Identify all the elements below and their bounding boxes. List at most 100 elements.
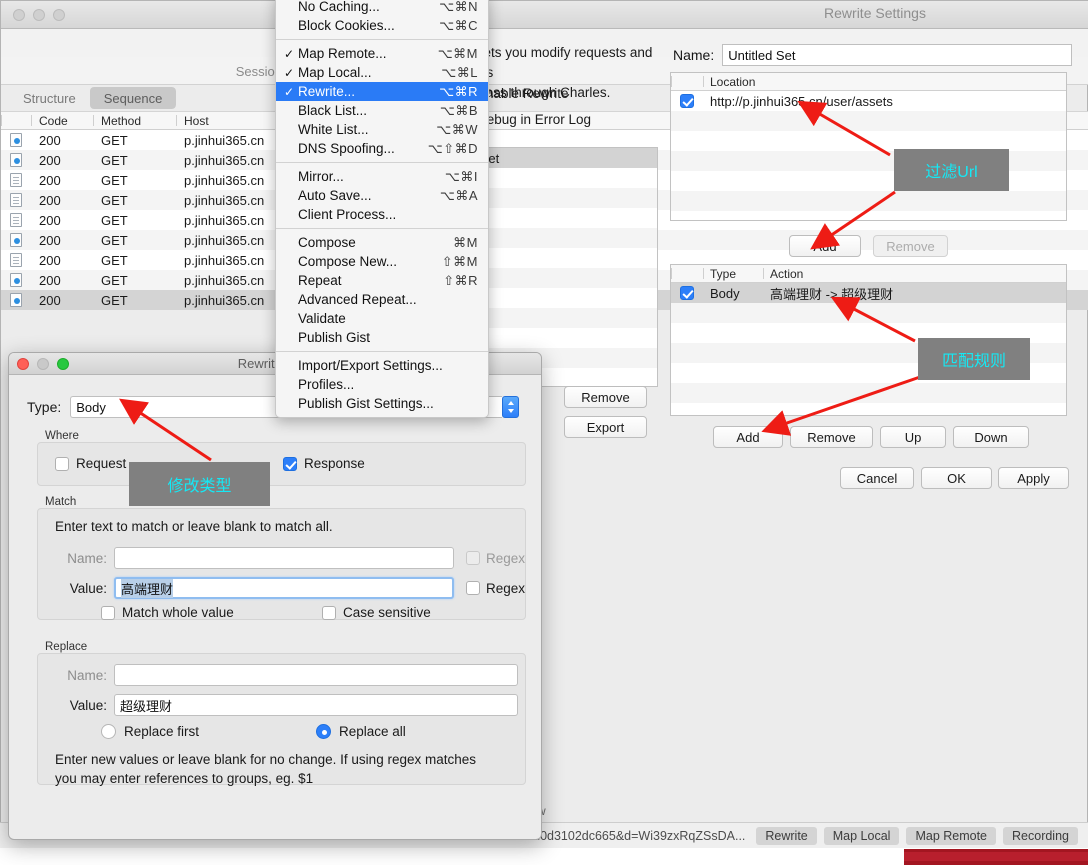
- menu-item-client-process[interactable]: Client Process...: [276, 205, 488, 224]
- menu-separator: [276, 351, 488, 352]
- menu-item-shortcut: ⌥⌘I: [444, 168, 478, 184]
- set-name-input[interactable]: Untitled Set: [722, 44, 1073, 66]
- sets-export-button[interactable]: Export: [564, 416, 647, 438]
- location-row-empty: [671, 111, 1066, 131]
- menu-item-dns-spoofing[interactable]: DNS Spoofing... ⌥⇧⌘D: [276, 139, 488, 158]
- menu-item-label: Mirror...: [298, 169, 344, 184]
- row-type-icon-cell: [1, 293, 31, 307]
- cell-method: GET: [101, 232, 128, 248]
- sets-remove-button[interactable]: Remove: [564, 386, 647, 408]
- menu-item-map-remote[interactable]: ✓ Map Remote... ⌥⌘M: [276, 44, 488, 63]
- rule-remove-button[interactable]: Remove: [790, 426, 873, 448]
- menu-item-auto-save[interactable]: Auto Save... ⌥⌘A: [276, 186, 488, 205]
- status-pill-recording[interactable]: Recording: [1003, 826, 1078, 845]
- close-icon[interactable]: [13, 9, 25, 21]
- session-view-tabs[interactable]: Structure Sequence: [9, 87, 177, 109]
- rule-add-button[interactable]: Add: [713, 426, 783, 448]
- menu-item-rewrite[interactable]: ✓ Rewrite... ⌥⌘R: [276, 82, 488, 101]
- rule-up-button[interactable]: Up: [880, 426, 946, 448]
- cell-method: GET: [101, 192, 128, 208]
- match-whole-value-checkbox[interactable]: Match whole value: [101, 605, 234, 620]
- menu-item-no-caching[interactable]: No Caching... ⌥⌘N: [276, 0, 488, 16]
- checkbox-icon[interactable]: [283, 456, 297, 471]
- set-name-row: Name: Untitled Set: [673, 44, 1073, 66]
- checkbox-icon[interactable]: [466, 581, 480, 595]
- menu-separator: [276, 228, 488, 229]
- dialog-traffic-lights[interactable]: [17, 358, 69, 370]
- status-pill-map-local[interactable]: Map Local: [823, 826, 900, 845]
- status-pill-map-remote[interactable]: Map Remote: [906, 826, 997, 845]
- cell-code: 200: [39, 292, 61, 308]
- app-root: Session Structure Sequence Code Method H…: [0, 0, 1088, 865]
- match-value-input[interactable]: 高端理财: [114, 577, 454, 599]
- settings-ok-button[interactable]: OK: [921, 467, 992, 489]
- radio-icon[interactable]: [101, 724, 116, 739]
- match-value-regex-checkbox[interactable]: Regex: [466, 581, 525, 596]
- menu-item-advanced-repeat[interactable]: Advanced Repeat...: [276, 290, 488, 309]
- checkbox-icon[interactable]: [322, 605, 336, 620]
- menu-item-validate[interactable]: Validate: [276, 309, 488, 328]
- menu-item-label: Map Remote...: [298, 46, 387, 61]
- menu-item-map-local[interactable]: ✓ Map Local... ⌥⌘L: [276, 63, 488, 82]
- menu-item-label: Import/Export Settings...: [298, 358, 443, 373]
- checkbox-icon[interactable]: [680, 286, 694, 300]
- menu-item-import-export-settings[interactable]: Import/Export Settings...: [276, 356, 488, 375]
- request-checkbox[interactable]: Request: [55, 456, 126, 471]
- minimize-icon[interactable]: [37, 358, 49, 370]
- match-name-input[interactable]: [114, 547, 454, 569]
- replace-name-input[interactable]: [114, 664, 518, 686]
- rule-down-button[interactable]: Down: [953, 426, 1029, 448]
- menu-item-shortcut: ⌥⌘R: [439, 83, 478, 99]
- menu-item-black-list[interactable]: Black List... ⌥⌘B: [276, 101, 488, 120]
- cell-code: 200: [39, 192, 61, 208]
- menu-item-mirror[interactable]: Mirror... ⌥⌘I: [276, 167, 488, 186]
- menu-item-label: Repeat: [298, 273, 342, 288]
- maximize-icon[interactable]: [57, 358, 69, 370]
- checkbox-icon[interactable]: [55, 456, 69, 471]
- tab-sequence[interactable]: Sequence: [89, 87, 177, 109]
- menu-item-repeat[interactable]: Repeat ⇧⌘R: [276, 271, 488, 290]
- maximize-icon[interactable]: [53, 9, 65, 21]
- case-sensitive-checkbox[interactable]: Case sensitive: [322, 605, 431, 620]
- response-checkbox[interactable]: Response: [283, 456, 365, 471]
- location-listbox[interactable]: Location http://p.jinhui365.cn/user/asse…: [670, 72, 1067, 221]
- replace-first-radio[interactable]: Replace first: [101, 724, 199, 739]
- radio-icon[interactable]: [316, 724, 331, 739]
- checkbox-icon[interactable]: [101, 605, 115, 620]
- location-row[interactable]: http://p.jinhui365.cn/user/assets: [671, 91, 1066, 111]
- location-row-empty: [671, 211, 1066, 231]
- column-header-action: Action: [763, 265, 1066, 282]
- replace-all-radio[interactable]: Replace all: [316, 724, 406, 739]
- cell-method: GET: [101, 292, 128, 308]
- menu-item-compose[interactable]: Compose ⌘M: [276, 233, 488, 252]
- menu-item-publish-gist-settings[interactable]: Publish Gist Settings...: [276, 394, 488, 413]
- close-icon[interactable]: [17, 358, 29, 370]
- rule-row[interactable]: Body 高端理财 -> 超级理财: [671, 283, 1066, 303]
- main-window-traffic-lights[interactable]: [13, 9, 65, 21]
- cell-method: GET: [101, 212, 128, 228]
- menu-item-publish-gist[interactable]: Publish Gist: [276, 328, 488, 347]
- settings-cancel-button[interactable]: Cancel: [840, 467, 914, 489]
- minimize-icon[interactable]: [33, 9, 45, 21]
- replace-value-input[interactable]: 超级理财: [114, 694, 518, 716]
- menu-item-block-cookies[interactable]: Block Cookies... ⌥⌘C: [276, 16, 488, 35]
- tab-structure[interactable]: Structure: [9, 87, 90, 109]
- row-type-icon-cell: [1, 273, 31, 287]
- chevron-updown-icon[interactable]: [502, 396, 520, 418]
- menu-item-compose-new[interactable]: Compose New... ⇧⌘M: [276, 252, 488, 271]
- menu-item-label: DNS Spoofing...: [298, 141, 395, 156]
- checkbox-icon[interactable]: [680, 94, 694, 108]
- menu-item-shortcut: ⌥⌘C: [439, 17, 478, 33]
- cell-code: 200: [39, 232, 61, 248]
- settings-apply-button[interactable]: Apply: [998, 467, 1069, 489]
- replace-group: Name: Value: 超级理财 Replace first Replace …: [37, 653, 526, 786]
- row-type-icon-cell: [1, 253, 31, 267]
- tools-dropdown-menu[interactable]: No Caching... ⌥⌘N Block Cookies... ⌥⌘C ✓ Map …: [275, 0, 489, 418]
- location-add-button[interactable]: Add: [789, 235, 861, 257]
- menu-item-profiles[interactable]: Profiles...: [276, 375, 488, 394]
- menu-item-white-list[interactable]: White List... ⌥⌘W: [276, 120, 488, 139]
- column-header-code[interactable]: Code: [31, 112, 93, 129]
- match-name-row: Name: Regex: [55, 547, 525, 569]
- status-pill-rewrite[interactable]: Rewrite: [756, 826, 817, 845]
- column-header-method[interactable]: Method: [93, 112, 176, 129]
